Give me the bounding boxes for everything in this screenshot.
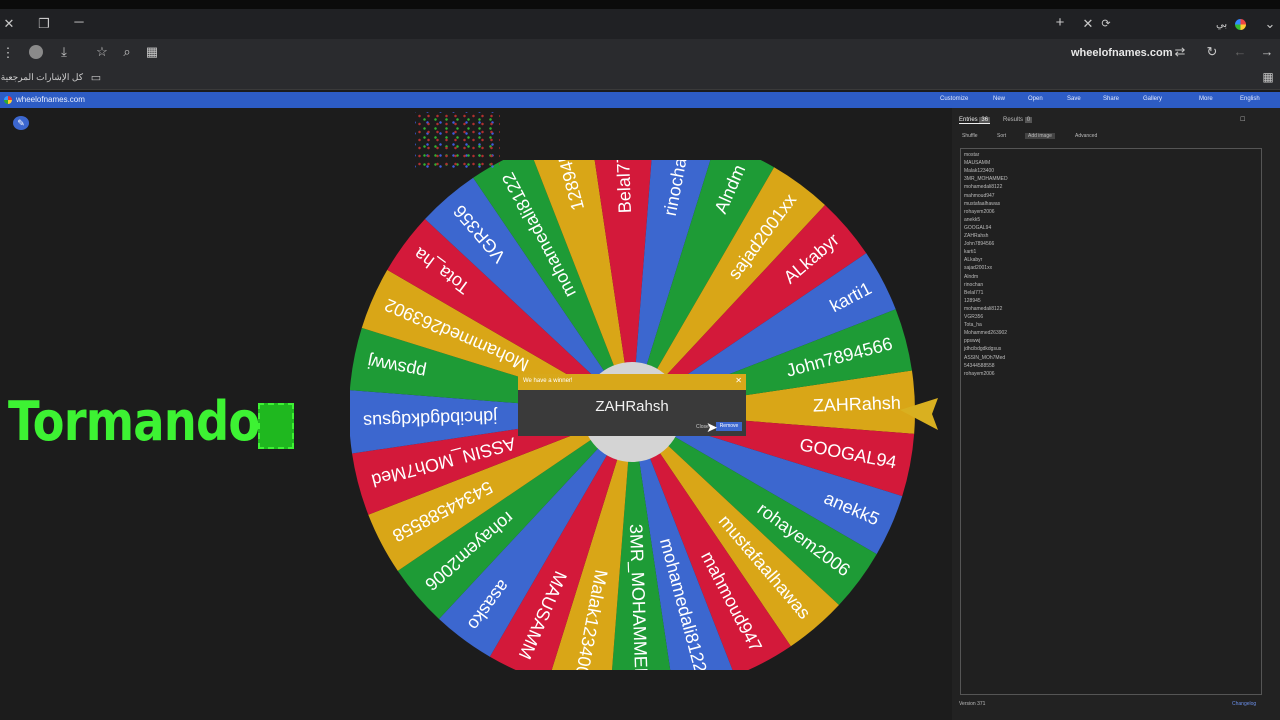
overlay-emoji-icon [258,403,294,449]
entry-line: Mohammed263902 [964,330,1008,337]
minimize-window-icon[interactable]: ─ [71,15,87,29]
entry-line: mustafaalhawas [964,200,1001,207]
mouse-cursor-icon: ➤ [706,419,718,435]
nav-gallery[interactable]: Gallery [1143,96,1162,102]
nav-language[interactable]: English [1240,96,1260,102]
window-top-strip [0,0,1280,9]
forward-icon[interactable]: ← [1232,45,1248,59]
zoom-icon[interactable]: ⌕ [119,45,135,59]
entry-line: mahmoud947 [964,192,995,199]
confetti-particles [415,112,500,170]
site-settings-icon[interactable]: ⇄ [1172,45,1188,59]
entry-line: ppswwj [964,338,981,345]
close-dialog-icon[interactable]: ✕ [735,376,742,385]
sort-button[interactable]: Sort [997,133,1006,139]
entry-line: 3MR_MOHAMMED [964,176,1008,183]
entry-line: 128945 [964,297,981,304]
profile-label[interactable]: بي [1216,19,1227,30]
extension-icon[interactable] [29,45,43,59]
entry-line: VGR356 [964,314,984,320]
tab-entries-count: 36 [979,117,991,123]
entry-line: rinochan [964,281,984,288]
translate-icon[interactable]: ▦ [144,45,160,59]
winner-dialog-header: We have a winner! ✕ [518,374,746,390]
tab-entries[interactable]: Entries 36 [959,117,991,124]
entry-line: Alndm [964,273,979,280]
menu-dots-icon[interactable]: ⋮ [0,46,16,60]
entry-line: 54344588558 [964,362,995,369]
entry-line: Malak123400 [964,168,995,175]
wheel-segment-label: Belal771 [613,160,635,214]
edit-pencil-icon[interactable]: ✎ [13,116,29,130]
site-logo-icon [4,96,12,104]
nav-more[interactable]: More [1199,96,1213,102]
browser-toolbar: ⋮ ⤓ ☆ ⌕ ▦ wheelofnames.com ⇄ ↻ ← → [0,39,1280,67]
tab-search-chevron-icon[interactable]: ⌄ [1262,17,1278,31]
nav-new[interactable]: New [993,96,1005,102]
wheel-segment-label: ZAHRahsh [813,393,902,416]
hide-panel-checkbox[interactable]: ☐ [1240,116,1245,123]
entry-line: ALkabyr [964,257,983,264]
apps-grid-icon[interactable]: ▦ [1260,70,1276,84]
bookmarks-all-label[interactable]: كل الإشارات المرجعية [1,72,83,83]
folder-icon: ▭ [90,72,102,84]
entry-line: ASSIN_MOh7Med [964,354,1006,361]
entry-line: anekk5 [964,216,981,223]
changelog-link[interactable]: Changelog [1232,701,1256,707]
tab-results-label: Results [1003,117,1024,123]
back-icon[interactable]: → [1259,45,1275,59]
restore-window-icon[interactable]: ❐ [36,17,52,31]
winner-dialog-title: We have a winner! [523,378,573,384]
version-label: Version 371 [959,701,986,707]
entry-line: John7894566 [964,241,995,248]
entry-line: GOOGAL94 [964,224,992,231]
entry-line: rohayem2006 [964,208,995,215]
advanced-checkbox[interactable]: Advanced [1075,133,1097,139]
nav-open[interactable]: Open [1028,96,1043,102]
bookmark-star-icon[interactable]: ☆ [94,45,110,59]
entry-line: MAUSAMM [964,160,991,167]
entry-line: mohamedali8122 [964,184,1003,191]
entries-textarea[interactable] [960,148,1262,695]
entry-line: ZAHRahsh [964,233,989,239]
remove-button[interactable]: Remove [716,422,742,431]
reload-icon[interactable]: ↻ [1204,45,1220,59]
tab-entries-label: Entries [959,117,978,123]
tab-results-count: 0 [1024,117,1033,123]
entry-line: sajad2001xx [964,265,993,272]
address-bar-url[interactable]: wheelofnames.com [1071,47,1172,59]
nav-customize[interactable]: Customize [940,96,968,102]
download-icon[interactable]: ⤓ [56,45,72,59]
shuffle-button[interactable]: Shuffle [962,133,977,139]
entry-line: mostar [964,152,980,158]
tab-results[interactable]: Results 0 [1003,117,1033,123]
new-tab-icon[interactable]: + [1052,15,1068,30]
overlay-caption: Tormando [8,390,260,453]
entry-line: mohamedali8122 [964,305,1003,312]
winner-name: ZAHRahsh [595,398,669,415]
close-tab-icon[interactable]: ✕ [1080,17,1096,31]
close-window-icon[interactable]: ✕ [1,17,17,31]
entry-line: Tota_ha [964,322,982,329]
entry-line: karti1 [964,249,977,256]
entry-line: Belal771 [964,289,984,296]
entry-line: jdhcibdgdkdgsus [964,346,1002,353]
tab-favicon-icon: ⟳ [1101,18,1111,30]
entry-line: rohayem2006 [964,370,995,377]
site-navbar: wheelofnames.com [0,92,1280,108]
site-title[interactable]: wheelofnames.com [16,95,85,104]
overlay-caption-text: Tormando [8,390,260,453]
nav-save[interactable]: Save [1067,96,1081,102]
add-image-button[interactable]: Add image [1025,133,1055,139]
tab-bar: ✕ ❐ ─ + ✕ ⟳ بي ⌄ [0,9,1280,39]
profile-avatar-icon[interactable] [1235,19,1246,30]
bookmarks-bar: ▭ ▦ [0,67,1280,90]
nav-share[interactable]: Share [1103,96,1119,102]
